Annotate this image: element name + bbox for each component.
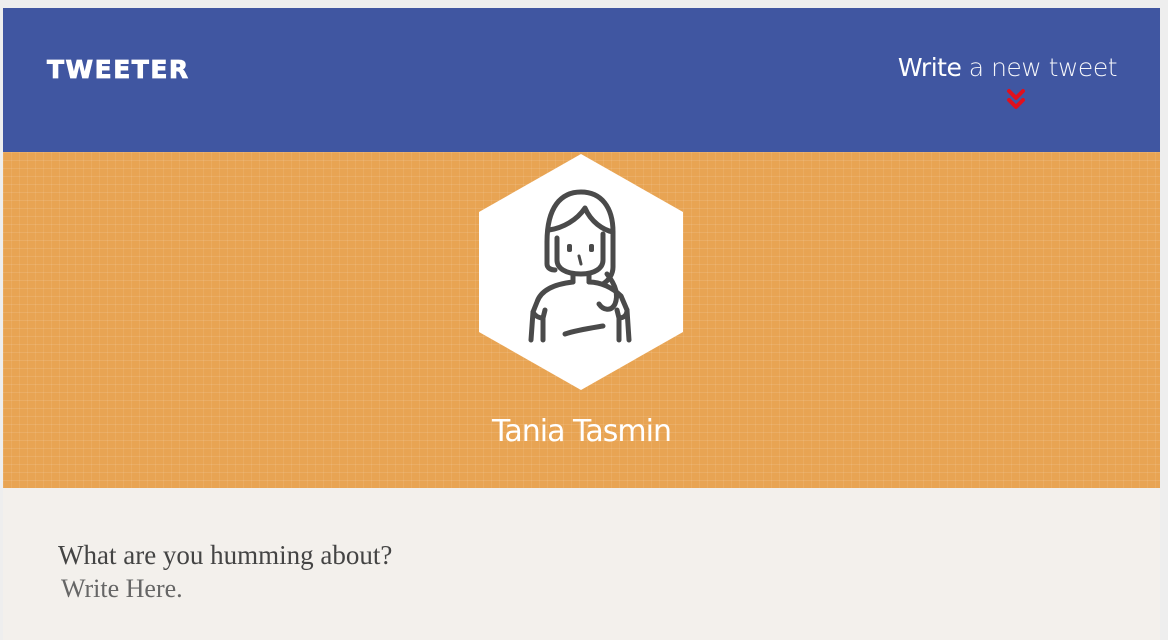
brand-logo[interactable]: TWEETER <box>47 55 190 85</box>
tweet-text-input[interactable] <box>58 572 1061 606</box>
write-new-tweet-toggle[interactable]: Write a new tweet <box>897 52 1118 84</box>
double-chevron-down-icon[interactable] <box>1006 88 1026 112</box>
navbar: TWEETER Write a new tweet <box>3 8 1160 152</box>
new-tweet-form: What are you humming about? <box>58 538 1098 606</box>
profile-username: Tania Tasmin <box>492 414 672 449</box>
female-avatar-icon <box>479 154 683 390</box>
profile-banner: Tania Tasmin <box>3 152 1160 488</box>
tweet-input-label: What are you humming about? <box>58 540 393 570</box>
compose-toggle-emphasis: Write <box>897 53 962 82</box>
compose-toggle-rest: a new tweet <box>968 53 1118 82</box>
